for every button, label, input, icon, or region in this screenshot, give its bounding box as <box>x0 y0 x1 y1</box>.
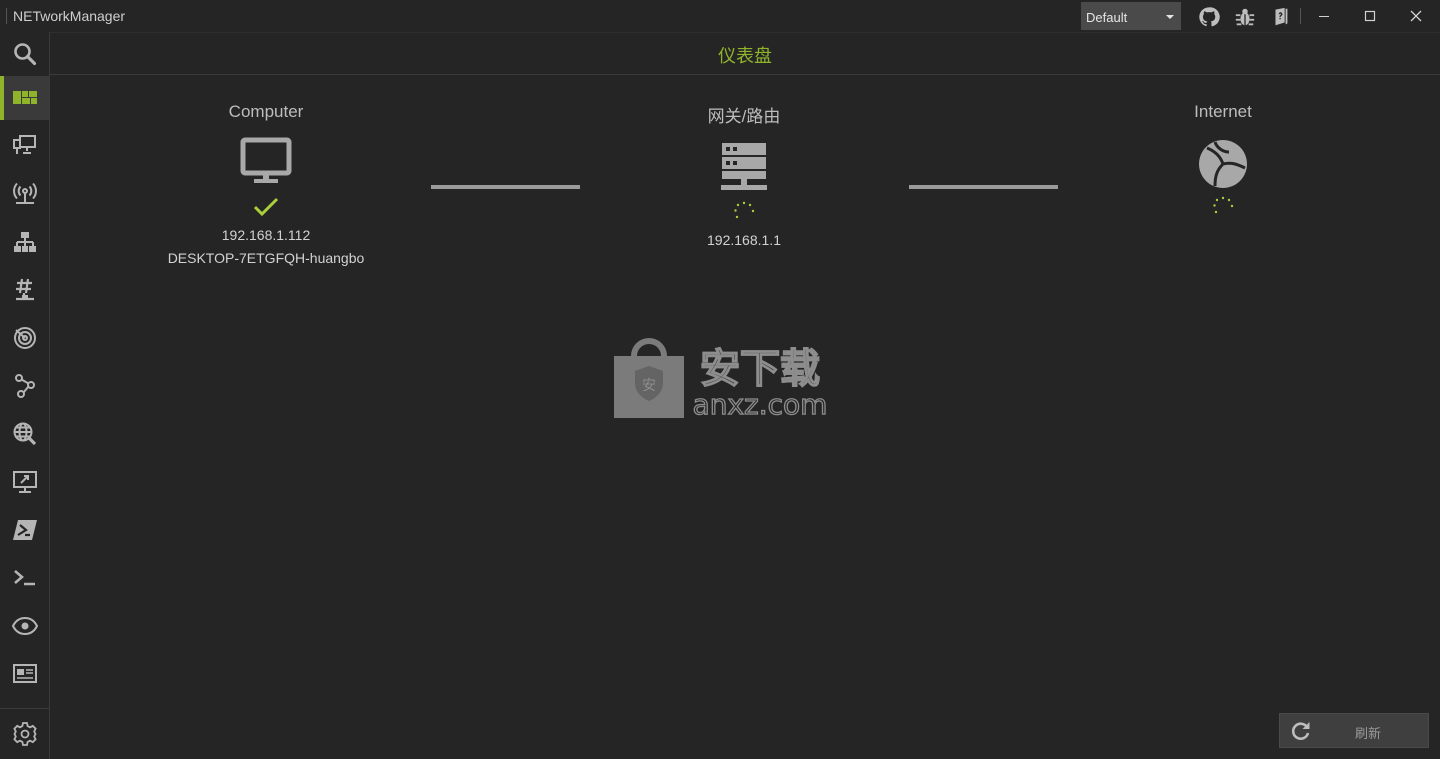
sidebar-divider <box>0 708 49 709</box>
gear-icon <box>12 722 37 746</box>
wifi-icon <box>12 182 37 204</box>
computer-label: Computer <box>228 102 304 121</box>
minimize-icon <box>1319 16 1329 17</box>
sidebar-item-powershell[interactable] <box>0 508 49 552</box>
port-scanner-icon <box>15 278 34 301</box>
refresh-label: 刷新 <box>1355 726 1382 741</box>
internet-label: Internet <box>1194 102 1252 121</box>
eye-icon <box>11 616 38 636</box>
computer-node: Computer 192.168.1.112 DESKTOP-7ETGFQH-h… <box>116 102 416 270</box>
sidebar-item-terminal[interactable] <box>0 556 49 600</box>
sidebar-item-wifi[interactable] <box>0 172 49 216</box>
connection-line-computer-gateway <box>431 185 580 189</box>
sidebar-item-ping[interactable] <box>0 316 49 360</box>
book-icon[interactable] <box>1270 6 1292 28</box>
gateway-node: 网关/路由 192.168.1.1 <box>594 102 894 252</box>
watermark-logo: 安 安下载 anxz.com <box>610 336 830 422</box>
refresh-icon <box>1290 720 1312 742</box>
server-icon <box>716 141 772 197</box>
close-button[interactable] <box>1393 0 1439 32</box>
sidebar-item-dns-lookup[interactable] <box>0 412 49 456</box>
monitor-icon <box>238 136 294 192</box>
ip-scanner-icon <box>13 232 36 252</box>
page-title: 仪表盘 <box>718 46 772 66</box>
watermark-badge: 安 <box>642 378 656 394</box>
page-header: 仪表盘 <box>50 32 1440 75</box>
github-icon[interactable] <box>1198 6 1220 28</box>
sidebar-item-traceroute[interactable] <box>0 364 49 408</box>
globe-icon <box>1195 136 1251 192</box>
powershell-icon <box>12 520 37 540</box>
remote-desktop-icon <box>12 471 37 493</box>
internet-node: Internet <box>1073 102 1373 222</box>
sidebar-item-port-scanner[interactable] <box>0 268 49 312</box>
maximize-icon <box>1364 10 1376 22</box>
terminal-icon <box>13 570 35 586</box>
minimize-button[interactable] <box>1301 0 1347 32</box>
dns-lookup-icon <box>13 422 36 446</box>
close-icon <box>1410 10 1422 22</box>
refresh-button[interactable]: 刷新 <box>1279 713 1429 748</box>
traceroute-icon <box>14 374 35 398</box>
sidebar-item-remote-desktop[interactable] <box>0 460 49 504</box>
sidebar-item-settings[interactable] <box>0 712 49 756</box>
sidebar <box>0 32 50 759</box>
chevron-down-icon <box>1166 15 1174 19</box>
loading-spinner-icon <box>729 197 759 227</box>
watermark-cn: 安下载 <box>700 346 820 392</box>
sidebar-item-network-interface[interactable] <box>0 124 49 168</box>
gateway-label: 网关/路由 <box>707 107 781 126</box>
gateway-ip: 192.168.1.1 <box>707 232 781 248</box>
sidebar-item-search[interactable] <box>0 32 49 76</box>
sidebar-item-ip-scanner[interactable] <box>0 220 49 264</box>
sidebar-item-whois[interactable] <box>0 652 49 696</box>
loading-spinner-icon <box>1208 192 1238 222</box>
bug-icon[interactable] <box>1234 6 1256 28</box>
app-title: NETworkManager <box>6 8 125 24</box>
computer-hostname: DESKTOP-7ETGFQH-huangbo <box>167 250 365 266</box>
dashboard-icon <box>12 91 37 104</box>
title-bar: NETworkManager Default <box>0 0 1440 33</box>
ping-icon <box>13 327 36 349</box>
profile-selected-value: Default <box>1086 10 1128 25</box>
watermark-en: anxz.com <box>693 388 828 420</box>
search-icon <box>13 43 36 66</box>
profile-dropdown[interactable]: Default <box>1081 2 1181 30</box>
whois-icon <box>12 664 37 683</box>
check-icon <box>251 192 281 222</box>
connection-line-gateway-internet <box>909 185 1058 189</box>
sidebar-item-monitor[interactable] <box>0 604 49 648</box>
computer-ip: 192.168.1.112 <box>221 227 311 243</box>
sidebar-item-dashboard[interactable] <box>0 76 49 120</box>
network-interface-icon <box>12 135 36 154</box>
maximize-button[interactable] <box>1347 0 1393 32</box>
